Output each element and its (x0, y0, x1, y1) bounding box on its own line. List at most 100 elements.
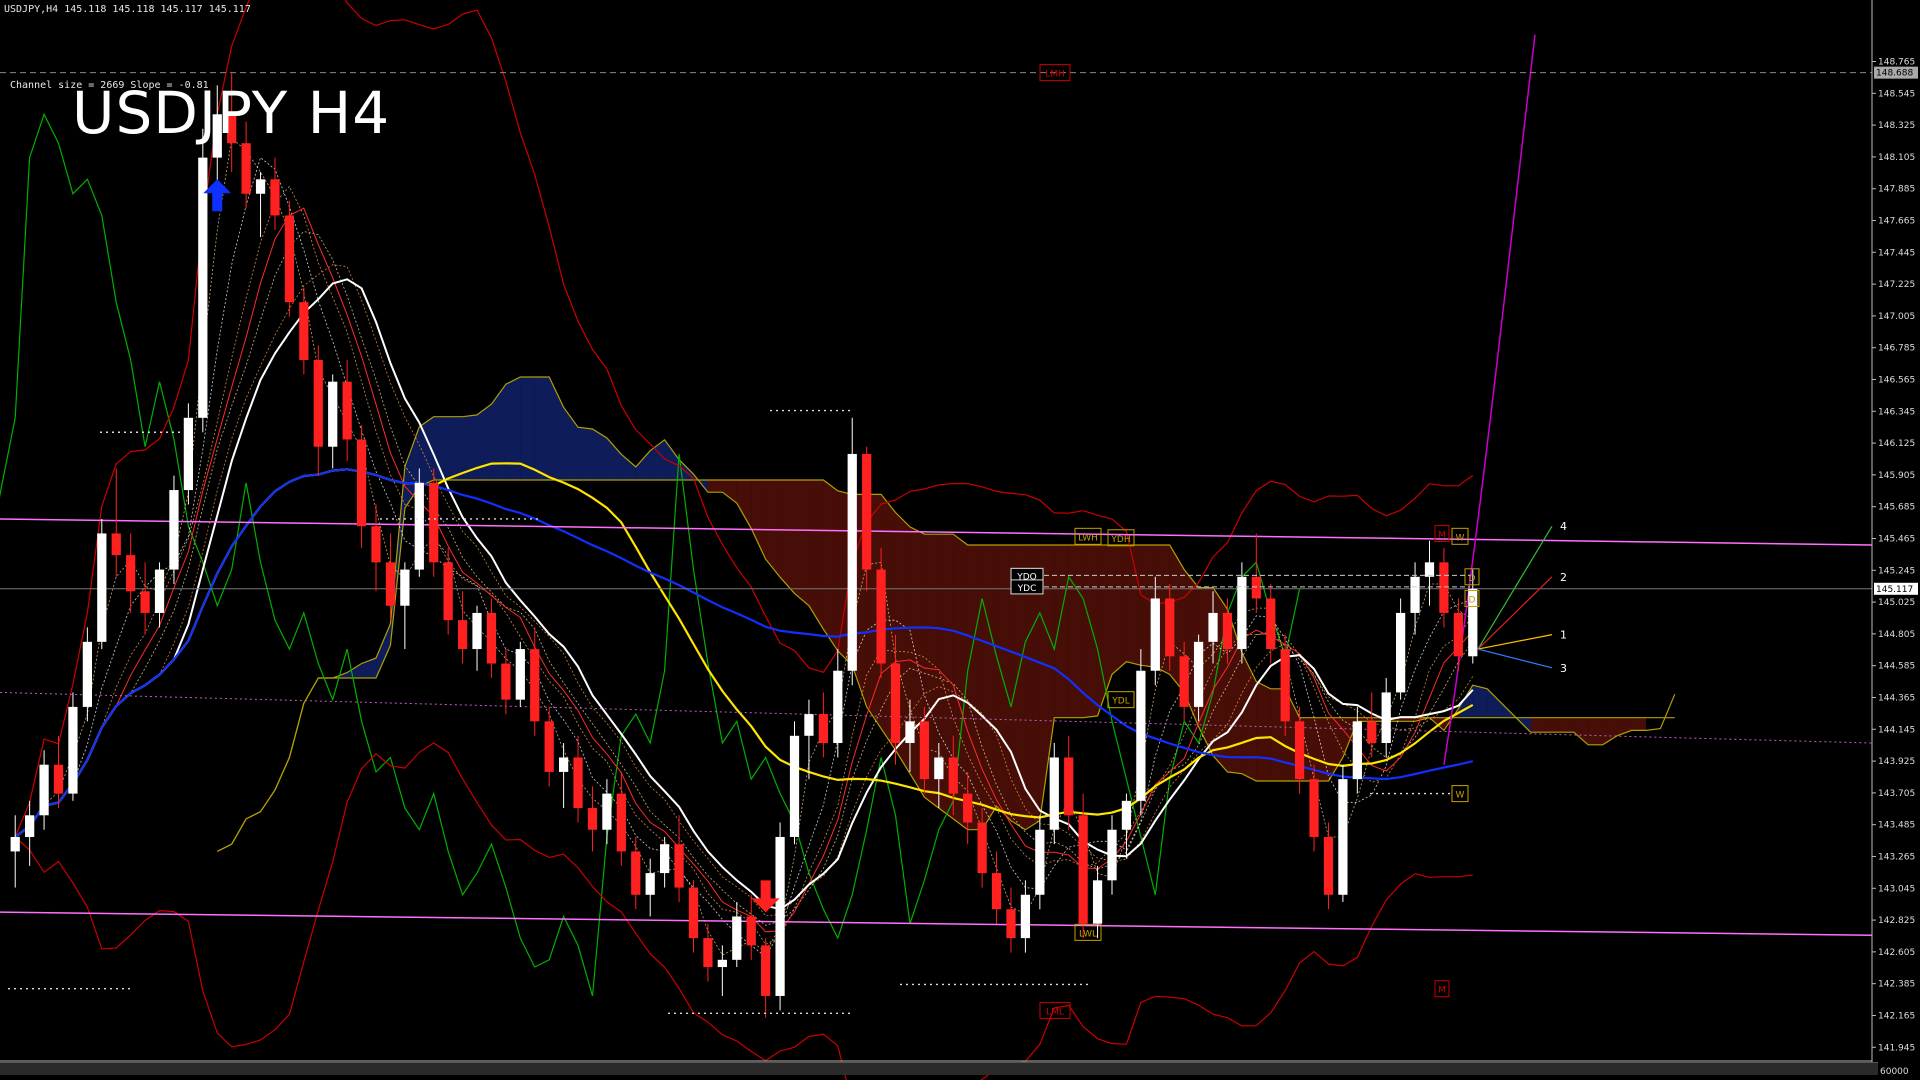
price-tick-label: 145.465 (1878, 534, 1915, 544)
price-tick-label: 148.545 (1878, 89, 1915, 99)
ichimoku-cloud-segment (448, 416, 463, 480)
candle-body (890, 663, 901, 744)
chart-scrollbar[interactable] (0, 1062, 1878, 1075)
ichimoku-cloud-segment (808, 479, 824, 630)
candle-body (544, 721, 554, 772)
ichimoku-cloud-segment (982, 544, 997, 830)
candle-body (385, 562, 396, 606)
ichimoku-cloud-segment (707, 479, 723, 493)
level-box-label: YDL (1111, 697, 1129, 707)
candle-body (342, 381, 352, 440)
price-tick-label: 147.665 (1878, 217, 1915, 227)
candle-body (198, 157, 208, 418)
ichimoku-cloud-segment (534, 376, 550, 480)
candle-body (789, 735, 800, 837)
candle-body (140, 591, 150, 613)
price-chart[interactable]: LMHLMLLWH YDHLWLYDLDDWWMMYDOYDC4213 148.7… (0, 0, 1920, 1080)
candle-body (587, 808, 598, 830)
candle-body (255, 179, 266, 194)
candle-body (1381, 692, 1391, 744)
candle-body (660, 844, 670, 874)
candle-body (154, 569, 165, 613)
price-tick-label: 142.385 (1878, 980, 1915, 990)
projection-label: 2 (1560, 571, 1567, 584)
candle-body (905, 721, 915, 744)
ichimoku-cloud-segment (1631, 717, 1646, 731)
ichimoku-cloud-segment (578, 427, 593, 480)
candle-body (631, 851, 641, 895)
candle-body (111, 533, 121, 556)
price-tick-label: 146.785 (1878, 344, 1915, 354)
ichimoku-cloud-segment (1530, 717, 1545, 733)
projection-label: 4 (1560, 520, 1567, 533)
candle-body (703, 938, 713, 968)
candle-body (558, 757, 569, 772)
candle-body (1222, 612, 1233, 650)
level-box-label: YDC (1017, 584, 1037, 594)
candle-body (1092, 880, 1103, 924)
candle-body (761, 945, 771, 996)
level-box-label: LWL (1079, 929, 1097, 939)
candle-body (1121, 800, 1132, 830)
price-tick-label: 142.165 (1878, 1011, 1915, 1021)
candle-body (602, 793, 612, 830)
level-box-label: W (1456, 791, 1465, 801)
candle-body (39, 764, 49, 816)
candle-body (1208, 612, 1218, 642)
candle-body (501, 663, 511, 700)
candle-body (732, 916, 742, 960)
candle-body (674, 844, 684, 888)
price-tick-label: 142.605 (1878, 948, 1915, 958)
candle-body (1237, 576, 1247, 650)
price-tick-label: 145.905 (1878, 471, 1915, 481)
candle-body (1251, 576, 1261, 599)
price-tick-label: 146.125 (1878, 439, 1915, 449)
candle-body (313, 359, 323, 447)
candle-body (688, 887, 699, 939)
candle-body (328, 381, 338, 447)
candle-body (97, 533, 107, 642)
ichimoku-cloud-segment (967, 544, 983, 830)
level-box-label: D (1469, 595, 1476, 605)
ichimoku-cloud-segment (823, 479, 838, 651)
candle-body (775, 836, 785, 996)
candle-body (126, 555, 136, 592)
candle-body (847, 453, 857, 671)
candle-body (1107, 829, 1117, 881)
candle-body (486, 612, 497, 664)
candle-body (429, 482, 439, 563)
candle-body (1049, 757, 1059, 830)
ichimoku-cloud-segment (1256, 681, 1271, 781)
price-tick-label: 145.245 (1878, 566, 1915, 576)
candle-body (1020, 894, 1031, 939)
level-box-label: LMH (1045, 70, 1065, 80)
candle-body (616, 793, 626, 852)
candle-body (1323, 836, 1334, 895)
candle-body (241, 143, 251, 194)
candle-body (1309, 779, 1319, 837)
candle-body (472, 612, 482, 650)
bottom-right-label: 60000 (1880, 1067, 1909, 1077)
candle-body (876, 569, 886, 664)
candle-body (270, 179, 280, 216)
candle-body (833, 670, 843, 744)
current_price-tag: 145.117 (1874, 582, 1918, 595)
price-tick-label: 143.265 (1878, 852, 1915, 862)
candle-body (1410, 576, 1420, 613)
ichimoku-cloud-segment (1588, 717, 1603, 745)
level-box-label: LML (1046, 1007, 1064, 1017)
candle-body (1338, 779, 1348, 895)
ichimoku-cloud-segment (1544, 717, 1560, 733)
ichimoku-cloud-segment (780, 479, 795, 594)
candle-body (1439, 562, 1449, 613)
ichimoku-cloud-segment (1112, 544, 1127, 675)
candle-body (1424, 562, 1435, 577)
candle-body (25, 815, 35, 837)
price-tick-label: 143.705 (1878, 789, 1915, 799)
candle-body (1266, 598, 1276, 650)
candle-body (1006, 909, 1016, 939)
candle-body (284, 215, 295, 303)
candle-body (818, 714, 828, 744)
ichimoku-cloud-segment (1559, 717, 1574, 733)
candle-body (169, 490, 179, 570)
